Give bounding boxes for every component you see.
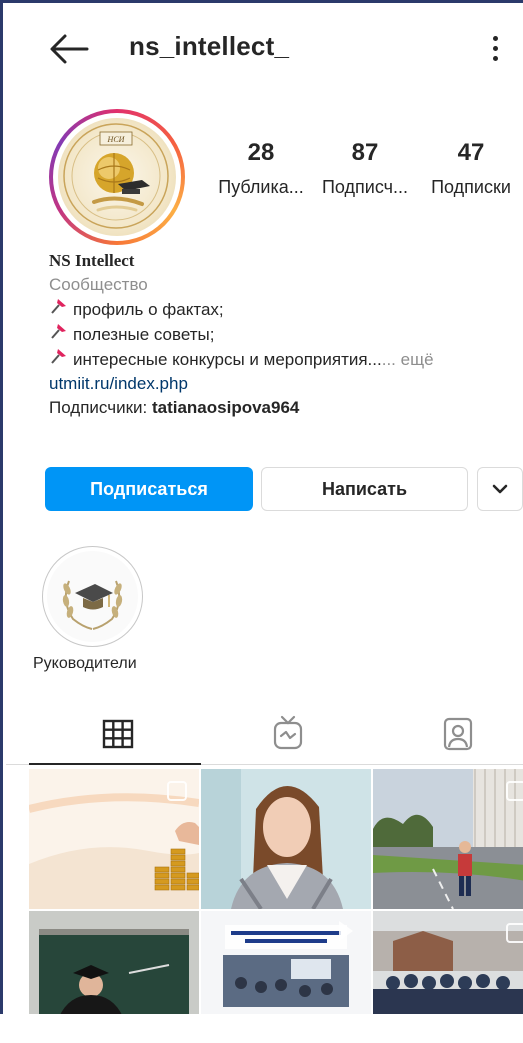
active-tab-indicator [29,763,201,765]
post-thumbnail[interactable] [373,911,523,1017]
profile-tabs [6,703,523,765]
profile-category: Сообщество [49,275,148,294]
followed-by-prefix: Подписчики: [49,398,152,417]
story-highlight-label: Руководители [33,655,137,672]
tagged-user-icon[interactable] [438,713,478,753]
bio-line-text: интересные конкурсы и мероприятия... [73,350,382,369]
bio-line: интересные конкурсы и мероприятия...... … [49,347,519,372]
bio-line: полезные советы; [49,322,519,347]
stat-following-label: Подписки [431,177,511,197]
grid-icon[interactable] [98,713,138,753]
stat-following-count: 47 [457,139,485,166]
multi-post-icon [167,781,187,801]
svg-text:НСИ: НСИ [107,135,126,144]
more-vertical-icon[interactable] [477,31,513,71]
pushpin-icon [49,297,73,322]
graduation-cap-icon [47,551,138,642]
multi-post-icon [506,923,523,943]
multi-post-icon [506,781,523,801]
bio-line: профиль о фактах; [49,297,519,322]
arrow-left-icon[interactable] [47,29,91,69]
message-button[interactable]: Написать [261,467,468,511]
follow-button[interactable]: Подписаться [45,467,253,511]
igtv-icon[interactable] [268,713,308,753]
pushpin-icon [49,322,73,347]
post-thumbnail[interactable] [201,769,371,909]
stat-following[interactable]: 47 Подписки [421,139,521,198]
post-thumbnail[interactable] [373,769,523,909]
profile-bio: NS Intellect Сообщество профиль о фактах… [49,249,519,420]
stat-posts-label: Публика... [218,177,304,197]
profile-website-link[interactable]: utmiit.ru/index.php [49,372,519,396]
profile-header: ns_intellect_ [3,3,523,95]
bio-line-text: профиль о фактах; [73,300,224,319]
bottom-edge [0,1014,523,1043]
profile-avatar[interactable]: НСИ [49,109,185,245]
chevron-down-icon [492,484,508,494]
bio-more-link[interactable]: ... ещё [382,350,434,369]
app-screen: ns_intellect_ НСИ 28 Публика... 87 Подпи… [0,0,523,1043]
stat-followers[interactable]: 87 Подписч... [315,139,415,198]
profile-username: ns_intellect_ [129,31,290,61]
post-thumbnail[interactable] [29,769,199,909]
suggested-accounts-button[interactable] [477,467,523,511]
stat-posts-count: 28 [247,139,275,166]
stat-posts[interactable]: 28 Публика... [209,139,313,198]
pushpin-icon [49,347,73,372]
logo-icon: НСИ [58,118,176,236]
followed-by-user[interactable]: tatianaosipova964 [152,398,299,417]
post-thumbnail[interactable] [201,911,371,1017]
followed-by[interactable]: Подписчики: tatianaosipova964 [49,396,519,420]
post-thumbnail[interactable] [29,911,199,1017]
stat-followers-count: 87 [351,139,379,166]
bio-line-text: полезные советы; [73,325,215,344]
stat-followers-label: Подписч... [321,177,409,197]
story-highlight[interactable] [42,546,143,647]
profile-name: NS Intellect [49,251,135,270]
